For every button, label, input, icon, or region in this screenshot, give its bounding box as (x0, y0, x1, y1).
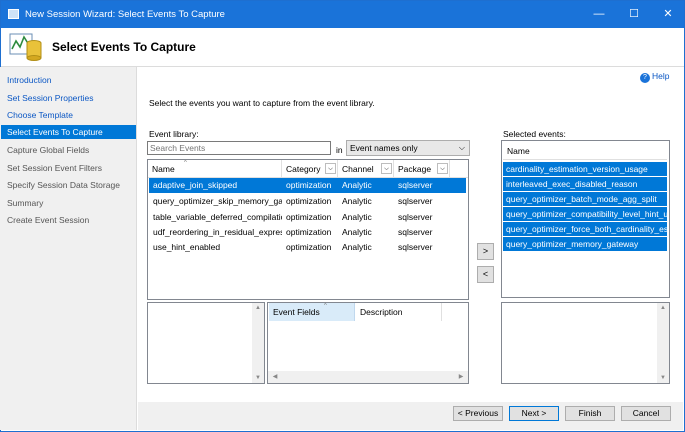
event-library-label: Event library: (149, 129, 199, 139)
close-icon[interactable]: ✕ (651, 1, 685, 28)
cancel-button[interactable]: Cancel (621, 406, 671, 421)
table-row[interactable]: use_hint_enabled optimization Analytic s… (149, 240, 466, 255)
app-icon (8, 9, 19, 19)
scroll-left-icon[interactable]: ◀ (269, 371, 281, 383)
column-header-name[interactable]: Name ^ (148, 160, 282, 178)
scroll-up-icon[interactable]: ▲ (252, 305, 264, 311)
wizard-nav: Introduction Set Session Properties Choo… (0, 67, 137, 430)
search-scope-value: Event names only (350, 143, 418, 153)
grid-header: Name ^ Category ⌵ Channel ⌵ Package ⌵ (148, 160, 468, 178)
nav-item-choose-template[interactable]: Choose Template (1, 108, 136, 122)
event-description-pane: ▲ ▼ (147, 302, 265, 384)
search-scope-dropdown[interactable]: Event names only ⌵ (346, 140, 470, 156)
nav-item-summary: Summary (7, 198, 44, 208)
filter-dropdown-icon[interactable]: ⌵ (437, 163, 448, 174)
table-row[interactable]: table_variable_deferred_compilation opti… (149, 210, 466, 225)
selected-event-details-pane: ▲ ▼ (501, 302, 670, 384)
next-button[interactable]: Next > (509, 406, 559, 421)
window-title: New Session Wizard: Select Events To Cap… (25, 9, 225, 20)
selected-events-label: Selected events: (503, 129, 566, 139)
list-item[interactable]: query_optimizer_memory_gateway (503, 237, 667, 251)
help-link[interactable]: ? Help (640, 71, 669, 83)
column-header-channel[interactable]: Channel ⌵ (338, 160, 394, 178)
selected-events-header: Name (503, 143, 667, 160)
scroll-right-icon[interactable]: ▶ (455, 371, 467, 383)
nav-item-set-session-event-filters: Set Session Event Filters (7, 163, 102, 173)
previous-button[interactable]: < Previous (453, 406, 503, 421)
vertical-scrollbar[interactable]: ▲ ▼ (657, 303, 669, 383)
scroll-up-icon[interactable]: ▲ (657, 305, 669, 311)
table-row[interactable]: query_optimizer_skip_memory_gateway opti… (149, 194, 466, 209)
page-title: Select Events To Capture (52, 40, 196, 54)
nav-item-set-session-properties[interactable]: Set Session Properties (1, 91, 136, 105)
column-header-description[interactable]: Description (356, 303, 442, 321)
column-header-category[interactable]: Category ⌵ (282, 160, 338, 178)
column-header-event-fields[interactable]: Event Fields ^ (269, 303, 355, 321)
title-bar[interactable]: New Session Wizard: Select Events To Cap… (1, 1, 684, 28)
in-label: in (336, 145, 343, 155)
filter-dropdown-icon[interactable]: ⌵ (325, 163, 336, 174)
nav-item-select-events[interactable]: Select Events To Capture (1, 125, 136, 139)
nav-item-capture-global-fields: Capture Global Fields (7, 145, 90, 155)
help-icon: ? (640, 73, 650, 83)
search-events-input[interactable] (147, 141, 331, 155)
add-event-button[interactable]: > (477, 243, 494, 260)
list-item[interactable]: query_optimizer_batch_mode_agg_split (503, 192, 667, 206)
remove-event-button[interactable]: < (477, 266, 494, 283)
minimize-icon[interactable]: — (582, 1, 616, 28)
chevron-down-icon: ⌵ (458, 143, 465, 152)
vertical-scrollbar[interactable]: ▲ ▼ (252, 303, 264, 383)
nav-item-introduction[interactable]: Introduction (1, 73, 136, 87)
list-item[interactable]: query_optimizer_force_both_cardinality_e… (503, 222, 667, 236)
scroll-down-icon[interactable]: ▼ (252, 375, 264, 381)
list-item[interactable]: interleaved_exec_disabled_reason (503, 177, 667, 191)
list-item[interactable]: query_optimizer_compatibility_level_hint… (503, 207, 667, 221)
filter-dropdown-icon[interactable]: ⌵ (381, 163, 392, 174)
horizontal-scrollbar[interactable]: ◀ ▶ (268, 371, 468, 383)
event-fields-pane: Event Fields ^ Description ◀ ▶ (267, 302, 469, 384)
wizard-chart-icon (9, 33, 42, 61)
nav-item-create-event-session: Create Event Session (7, 215, 90, 225)
sort-asc-icon: ^ (184, 160, 187, 166)
maximize-icon[interactable]: ☐ (617, 1, 651, 28)
instruction-text: Select the events you want to capture fr… (149, 98, 375, 108)
list-item[interactable]: cardinality_estimation_version_usage (503, 162, 667, 176)
table-row[interactable]: udf_reordering_in_residual_expression op… (149, 225, 466, 240)
page-header: Select Events To Capture (1, 28, 684, 67)
table-row[interactable]: adaptive_join_skipped optimization Analy… (149, 178, 466, 193)
help-label: Help (652, 71, 670, 81)
sort-asc-icon: ^ (324, 303, 327, 309)
finish-button[interactable]: Finish (565, 406, 615, 421)
scroll-down-icon[interactable]: ▼ (657, 375, 669, 381)
event-library-grid: Name ^ Category ⌵ Channel ⌵ Package ⌵ adapt… (147, 159, 469, 300)
column-header-package[interactable]: Package ⌵ (394, 160, 450, 178)
nav-item-specify-session-data-storage: Specify Session Data Storage (7, 180, 120, 190)
